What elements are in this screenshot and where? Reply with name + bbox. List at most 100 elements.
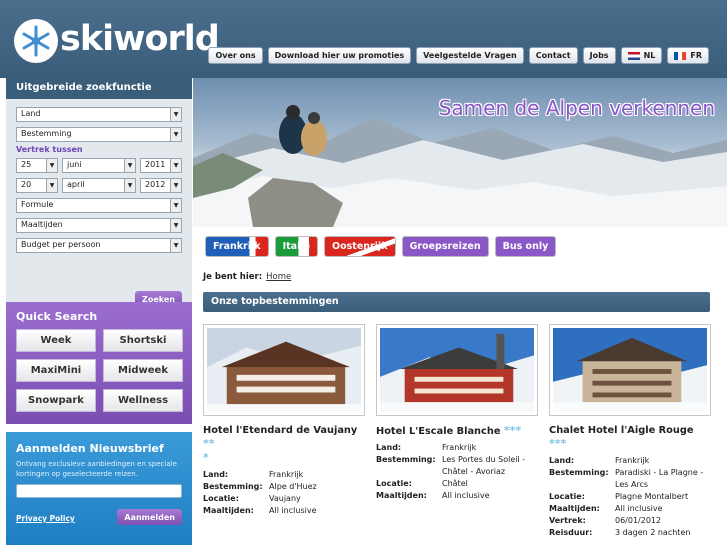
hotel-image[interactable] xyxy=(203,324,365,416)
hotel-image[interactable] xyxy=(549,324,711,416)
dropdown-arrow-icon: ▼ xyxy=(170,199,181,212)
quick-shortski-button[interactable]: Shortski xyxy=(103,329,183,352)
hotel-name[interactable]: Hotel L'Escale Blanche *** xyxy=(376,424,538,438)
info-key: Land: xyxy=(203,470,229,479)
nav-download-promoties[interactable]: Download hier uw promoties xyxy=(267,47,412,64)
info-key: Reisduur: xyxy=(549,528,593,537)
info-row: Reisduur: 3 dagen 2 nachten xyxy=(549,527,711,539)
breadcrumb-home-link[interactable]: Home xyxy=(266,272,291,282)
aanmelden-button[interactable]: Aanmelden xyxy=(117,509,182,525)
bestemming-value: Bestemming xyxy=(21,129,72,138)
formule-select[interactable]: Formule ▼ xyxy=(16,198,182,213)
nav-faq[interactable]: Veelgestelde Vragen xyxy=(416,47,524,64)
info-value: Frankrijk xyxy=(442,443,477,452)
country-tabs: Frankrijk Italië Oostenrijk Groepsreizen… xyxy=(205,236,557,257)
hotel-info: Land: Frankrijk Bestemming: Alpe d'Huez Lo… xyxy=(203,469,365,517)
newsletter-title: Aanmelden Nieuwsbrief xyxy=(16,442,164,455)
logo[interactable]: skiworld xyxy=(14,11,220,63)
quick-maximini-button[interactable]: MaxiMini xyxy=(16,359,96,382)
info-row: Maaltijden: All inclusive xyxy=(203,505,365,517)
language-nl-label: NL xyxy=(643,51,656,60)
from-month-select[interactable]: juni ▼ xyxy=(62,158,136,173)
info-value: Les Portes du Soleil - Châtel - Avoriaz xyxy=(442,455,526,476)
bestemming-select[interactable]: Bestemming ▼ xyxy=(16,127,182,142)
newsletter-email-input[interactable] xyxy=(16,484,182,498)
section-title: Onze topbestemmingen xyxy=(203,292,710,312)
hotel-info: Land: Frankrijk Bestemming: Les Portes du … xyxy=(376,442,538,502)
from-day-value: 25 xyxy=(21,160,32,169)
from-day-select[interactable]: 25 ▼ xyxy=(16,158,58,173)
sidebar: Uitgebreide zoekfunctie Land ▼ Bestemming… xyxy=(6,78,192,545)
info-key: Vertrek: xyxy=(549,516,586,525)
header: skiworld Over ons Download hier uw promo… xyxy=(0,0,727,78)
newsletter-panel: Aanmelden Nieuwsbrief Ontvang exclusieve… xyxy=(6,432,192,545)
info-row: Vertrek: 06/01/2012 xyxy=(549,515,711,527)
tab-frankrijk[interactable]: Frankrijk xyxy=(205,236,269,257)
info-key: Land: xyxy=(549,456,575,465)
info-value: All inclusive xyxy=(269,506,317,515)
info-key: Locatie: xyxy=(376,479,412,488)
info-row: Land: Frankrijk xyxy=(376,442,538,454)
land-value: Land xyxy=(21,109,41,118)
snowflake-icon xyxy=(14,19,58,63)
to-month-select[interactable]: april ▼ xyxy=(62,178,136,193)
hotel-card[interactable]: Chalet Hotel l'Aigle Rouge *** Land: Fran… xyxy=(549,324,711,539)
vertrek-label: Vertrek tussen xyxy=(16,145,83,154)
info-value: Paradiski - La Plagne - Les Arcs xyxy=(615,468,704,489)
dropdown-arrow-icon: ▼ xyxy=(124,179,135,192)
quick-wellness-button[interactable]: Wellness xyxy=(103,389,183,412)
info-value: 06/01/2012 xyxy=(615,516,662,525)
info-row: Land: Frankrijk xyxy=(203,469,365,481)
privacy-policy-link[interactable]: Privacy Policy xyxy=(16,514,75,523)
info-key: Maaltijden: xyxy=(376,491,427,500)
land-select[interactable]: Land ▼ xyxy=(16,107,182,122)
dropdown-arrow-icon: ▼ xyxy=(170,219,181,232)
tab-groepsreizen[interactable]: Groepsreizen xyxy=(401,236,489,257)
to-year-select[interactable]: 2012 ▼ xyxy=(140,178,182,193)
to-year-value: 2012 xyxy=(145,180,166,189)
quick-search-title: Quick Search xyxy=(16,310,98,323)
tab-bus-only[interactable]: Bus only xyxy=(494,236,557,257)
star-rating-icon: *** xyxy=(503,424,522,437)
info-value: All inclusive xyxy=(615,504,663,513)
maaltijden-value: Maaltijden xyxy=(21,220,63,229)
nav-jobs[interactable]: Jobs xyxy=(582,47,616,64)
dropdown-arrow-icon: ▼ xyxy=(46,179,57,192)
hotel-name-text: Hotel l'Etendard de Vaujany xyxy=(203,425,358,436)
hotel-name-text: Chalet Hotel l'Aigle Rouge xyxy=(549,425,694,436)
from-year-value: 2011 xyxy=(145,160,166,169)
info-row: Maaltijden: All inclusive xyxy=(549,503,711,515)
info-value: All inclusive xyxy=(442,491,490,500)
dropdown-arrow-icon: ▼ xyxy=(170,179,181,192)
hotel-card[interactable]: Hotel L'Escale Blanche *** Land: Frankrij… xyxy=(376,324,538,539)
quick-snowpark-button[interactable]: Snowpark xyxy=(16,389,96,412)
breadcrumb-label: Je bent hier: xyxy=(203,272,263,282)
nav-over-ons[interactable]: Over ons xyxy=(208,47,263,64)
budget-select[interactable]: Budget per persoon ▼ xyxy=(16,238,182,253)
info-key: Locatie: xyxy=(203,494,239,503)
star-rating-icon: ** * xyxy=(203,437,215,464)
logo-text: skiworld xyxy=(60,19,220,59)
tab-frankrijk-label: Frankrijk xyxy=(213,241,261,252)
info-row: Land: Frankrijk xyxy=(549,455,711,467)
hotel-name[interactable]: Chalet Hotel l'Aigle Rouge *** xyxy=(549,424,711,451)
info-value: Frankrijk xyxy=(615,456,650,465)
nav-contact[interactable]: Contact xyxy=(528,47,578,64)
tab-italie-label: Italië xyxy=(282,241,311,252)
info-key: Bestemming: xyxy=(203,482,263,491)
hotel-name[interactable]: Hotel l'Etendard de Vaujany ** * xyxy=(203,424,365,465)
info-key: Maaltijden: xyxy=(549,504,600,513)
to-month-value: april xyxy=(67,180,85,189)
hotel-card[interactable]: Hotel l'Etendard de Vaujany ** * Land: Fr… xyxy=(203,324,365,539)
hotel-image[interactable] xyxy=(376,324,538,416)
flag-fr-icon xyxy=(674,51,687,60)
language-nl-button[interactable]: NL xyxy=(620,47,663,64)
language-fr-button[interactable]: FR xyxy=(667,47,709,64)
quick-midweek-button[interactable]: Midweek xyxy=(103,359,183,382)
maaltijden-select[interactable]: Maaltijden ▼ xyxy=(16,218,182,233)
tab-oostenrijk[interactable]: Oostenrijk xyxy=(324,236,396,257)
tab-italie[interactable]: Italië xyxy=(274,236,319,257)
from-year-select[interactable]: 2011 ▼ xyxy=(140,158,182,173)
to-day-select[interactable]: 20 ▼ xyxy=(16,178,58,193)
quick-week-button[interactable]: Week xyxy=(16,329,96,352)
